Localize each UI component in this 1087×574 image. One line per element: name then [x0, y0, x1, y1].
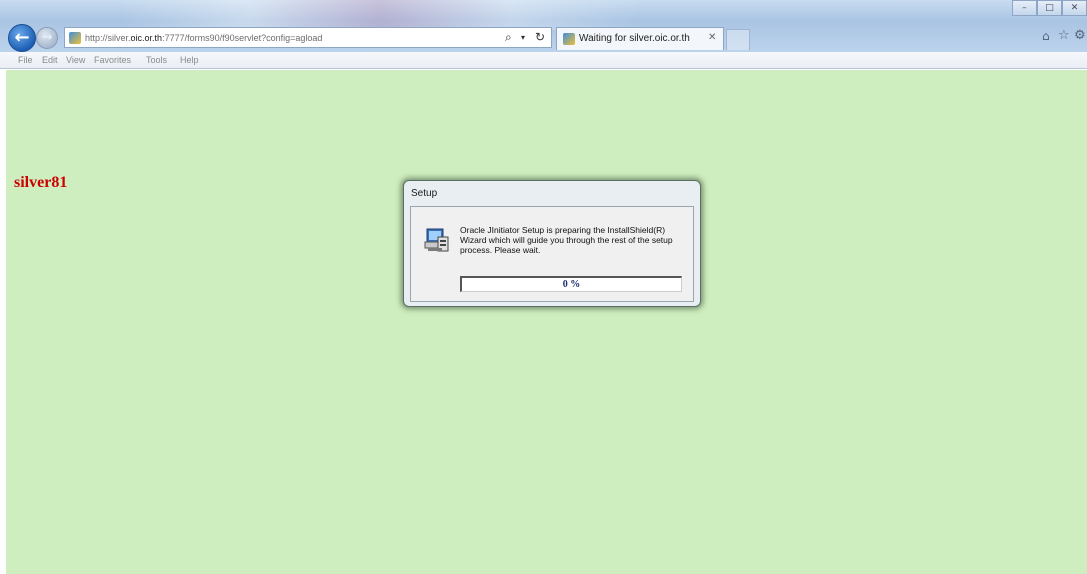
page-content: silver81	[6, 70, 1087, 574]
gear-icon[interactable]: ⚙	[1074, 28, 1086, 43]
back-button[interactable]: ←	[8, 24, 36, 52]
address-bar[interactable]: http://silver.oic.or.th:7777/forms90/f90…	[64, 27, 552, 48]
menu-bar: File Edit View Favorites Tools Help	[0, 52, 1087, 69]
menu-view[interactable]: View	[66, 55, 85, 65]
ie-page-icon	[69, 32, 81, 44]
tab-title: Waiting for silver.oic.or.th	[579, 33, 690, 44]
progress-label: 0 %	[562, 279, 581, 290]
maximize-button[interactable]: □	[1037, 0, 1062, 16]
site-name: silver81	[14, 174, 68, 191]
progress-bar: 0 %	[460, 276, 682, 292]
minimize-button[interactable]: –	[1012, 0, 1037, 16]
search-icon[interactable]: ⌕	[505, 30, 512, 45]
forward-button[interactable]: →	[36, 27, 58, 49]
dialog-body: Oracle JInitiator Setup is preparing the…	[410, 206, 694, 302]
url-rest: :7777/forms90/f90servlet?config=agload	[162, 33, 323, 43]
installer-icon	[424, 228, 449, 252]
new-tab-button[interactable]	[726, 29, 750, 50]
arrow-left-icon: ←	[14, 27, 30, 48]
home-icon[interactable]: ⌂	[1042, 29, 1050, 43]
window-close-button[interactable]: ✕	[1062, 0, 1087, 16]
menu-favorites[interactable]: Favorites	[94, 55, 131, 65]
url-prefix: http://silver.	[85, 33, 131, 43]
menu-edit[interactable]: Edit	[42, 55, 58, 65]
chevron-down-icon[interactable]: ▾	[521, 33, 525, 42]
dialog-title: Setup	[411, 188, 438, 199]
url-domain: oic.or.th	[130, 33, 163, 43]
star-icon[interactable]: ☆	[1058, 28, 1070, 43]
dialog-message: Oracle JInitiator Setup is preparing the…	[460, 225, 673, 255]
tab-active[interactable]: Waiting for silver.oic.or.th ✕	[556, 27, 724, 50]
browser-titlebar: ← → http://silver.oic.or.th:7777/forms90…	[0, 0, 1087, 52]
close-icon[interactable]: ✕	[708, 32, 716, 43]
refresh-icon[interactable]: ↻	[535, 30, 545, 44]
menu-tools[interactable]: Tools	[146, 55, 167, 65]
titlebar-glow	[120, 0, 640, 30]
address-url[interactable]: http://silver.oic.or.th:7777/forms90/f90…	[85, 33, 322, 43]
ie-tab-icon	[563, 33, 575, 45]
menu-file[interactable]: File	[18, 55, 33, 65]
arrow-right-icon: →	[41, 30, 53, 45]
menu-help[interactable]: Help	[180, 55, 199, 65]
setup-dialog[interactable]: Setup Oracle JInitiator Setup is prepari…	[403, 180, 701, 307]
window-controls: – □ ✕	[1012, 0, 1087, 18]
